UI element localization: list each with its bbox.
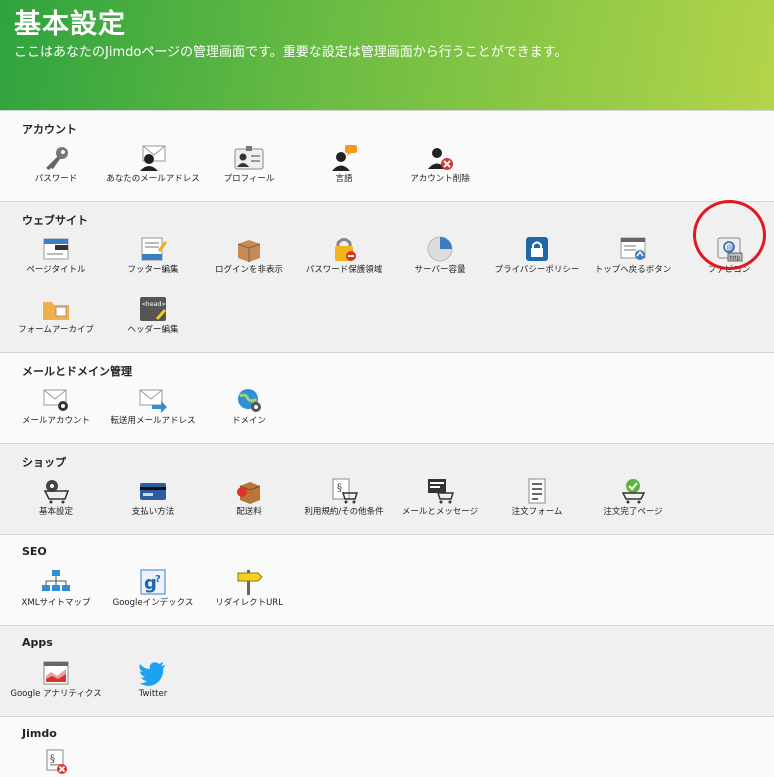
mail-forward-icon — [138, 387, 168, 413]
highlight-circle — [693, 200, 766, 270]
lock-icon — [329, 236, 359, 262]
section-seo: SEO XMLサイトマップ g? Googleインデックス リダイレクトURL — [0, 534, 774, 625]
seo-item-google-index[interactable]: g? Googleインデックス — [104, 569, 202, 609]
credit-card-icon — [138, 478, 168, 504]
section-title-website: ウェブサイト — [22, 214, 88, 227]
section-title-apps: Apps — [22, 636, 53, 649]
cart-gear-icon — [41, 478, 71, 504]
form-icon — [522, 478, 552, 504]
apps-item-google-analytics[interactable]: Google アナリティクス — [7, 660, 105, 700]
shop-item-shipping[interactable]: 配送料 — [200, 478, 298, 518]
mail-item-forwarding[interactable]: 転送用メールアドレス — [104, 387, 202, 427]
check-cart-icon — [618, 478, 648, 504]
section-account: アカウント パスワード あなたのメールアドレス プロフィール 言語 アカウント削… — [0, 110, 774, 201]
mail-item-account[interactable]: メールアカウント — [7, 387, 105, 427]
page-header: 基本設定 ここはあなたのJimdoページの管理画面です。重要な設定は管理画面から… — [0, 0, 774, 110]
shop-item-order-complete[interactable]: 注文完了ページ — [584, 478, 682, 518]
section-jimdo: Jimdo § — [0, 716, 774, 777]
signpost-icon — [234, 569, 264, 595]
shop-item-terms[interactable]: § 利用規約/その他条件 — [295, 478, 393, 518]
account-item-email[interactable]: あなたのメールアドレス — [104, 145, 202, 185]
mail-item-domain[interactable]: ドメイン — [200, 387, 298, 427]
back-to-top-icon — [618, 236, 648, 262]
website-item-form-archive[interactable]: フォームアーカイブ — [7, 296, 105, 336]
sitemap-icon — [41, 569, 71, 595]
website-item-privacy-policy[interactable]: プライバシーポリシー — [488, 236, 586, 276]
apps-item-twitter[interactable]: Twitter — [104, 660, 202, 700]
section-shop: ショップ 基本設定 支払い方法 配送料 § 利用規約/その他条件 メールとメッセ… — [0, 443, 774, 534]
section-title-mail-domain: メールとドメイン管理 — [22, 365, 132, 378]
terms-delete-icon: § — [41, 749, 71, 775]
user-speech-icon — [329, 145, 359, 171]
shop-item-payment[interactable]: 支払い方法 — [104, 478, 202, 518]
section-title-account: アカウント — [22, 123, 77, 136]
account-item-profile[interactable]: プロフィール — [200, 145, 298, 185]
section-mail-domain: メールとドメイン管理 メールアカウント 転送用メールアドレス ドメイン — [0, 352, 774, 443]
section-website: ウェブサイト ページタイトル フッター編集 ログインを非表示 パスワード保護領域… — [0, 200, 774, 352]
analytics-icon — [41, 660, 71, 686]
twitter-bird-icon — [138, 660, 168, 686]
footer-edit-icon — [138, 236, 168, 262]
website-item-page-title[interactable]: ページタイトル — [7, 236, 105, 276]
privacy-lock-icon — [522, 236, 552, 262]
website-item-back-to-top[interactable]: トップへ戻るボタン — [584, 236, 682, 276]
mail-cart-icon — [425, 478, 455, 504]
account-item-language[interactable]: 言語 — [295, 145, 393, 185]
pie-chart-icon — [425, 236, 455, 262]
website-item-header-edit[interactable]: <head> ヘッダー編集 — [104, 296, 202, 336]
shop-item-order-form[interactable]: 注文フォーム — [488, 478, 586, 518]
website-item-footer[interactable]: フッター編集 — [104, 236, 202, 276]
google-index-icon: g? — [138, 569, 168, 595]
section-apps: Apps Google アナリティクス Twitter — [0, 625, 774, 716]
section-title-shop: ショップ — [22, 456, 66, 469]
globe-gear-icon — [234, 387, 264, 413]
website-item-server-capacity[interactable]: サーバー容量 — [391, 236, 489, 276]
box-icon — [234, 236, 264, 262]
page-title-icon — [41, 236, 71, 262]
user-delete-icon — [425, 145, 455, 171]
folder-icon — [41, 296, 71, 322]
svg-text:<head>: <head> — [142, 300, 166, 308]
id-card-icon — [234, 145, 264, 171]
jimdo-item-terms-delete[interactable]: § — [7, 749, 105, 777]
shop-item-mail-messages[interactable]: メールとメッセージ — [391, 478, 489, 518]
svg-text:§: § — [337, 483, 342, 494]
section-title-jimdo: Jimdo — [22, 727, 57, 740]
website-item-password-area[interactable]: パスワード保護領域 — [295, 236, 393, 276]
user-mail-icon — [138, 145, 168, 171]
account-item-password[interactable]: パスワード — [7, 145, 105, 185]
key-icon — [41, 145, 71, 171]
shipping-box-icon — [234, 478, 264, 504]
terms-cart-icon: § — [329, 478, 359, 504]
section-title-seo: SEO — [22, 545, 47, 558]
page-subtitle: ここはあなたのJimdoページの管理画面です。重要な設定は管理画面から行うことが… — [14, 45, 568, 60]
mail-gear-icon — [41, 387, 71, 413]
svg-text:§: § — [50, 754, 55, 765]
head-tag-icon: <head> — [138, 296, 168, 322]
website-item-hide-login[interactable]: ログインを非表示 — [200, 236, 298, 276]
svg-text:?: ? — [155, 574, 161, 585]
account-item-delete[interactable]: アカウント削除 — [391, 145, 489, 185]
seo-item-redirect-url[interactable]: リダイレクトURL — [200, 569, 298, 609]
page-title: 基本設定 — [14, 9, 126, 40]
shop-item-basic-settings[interactable]: 基本設定 — [7, 478, 105, 518]
seo-item-xml-sitemap[interactable]: XMLサイトマップ — [7, 569, 105, 609]
